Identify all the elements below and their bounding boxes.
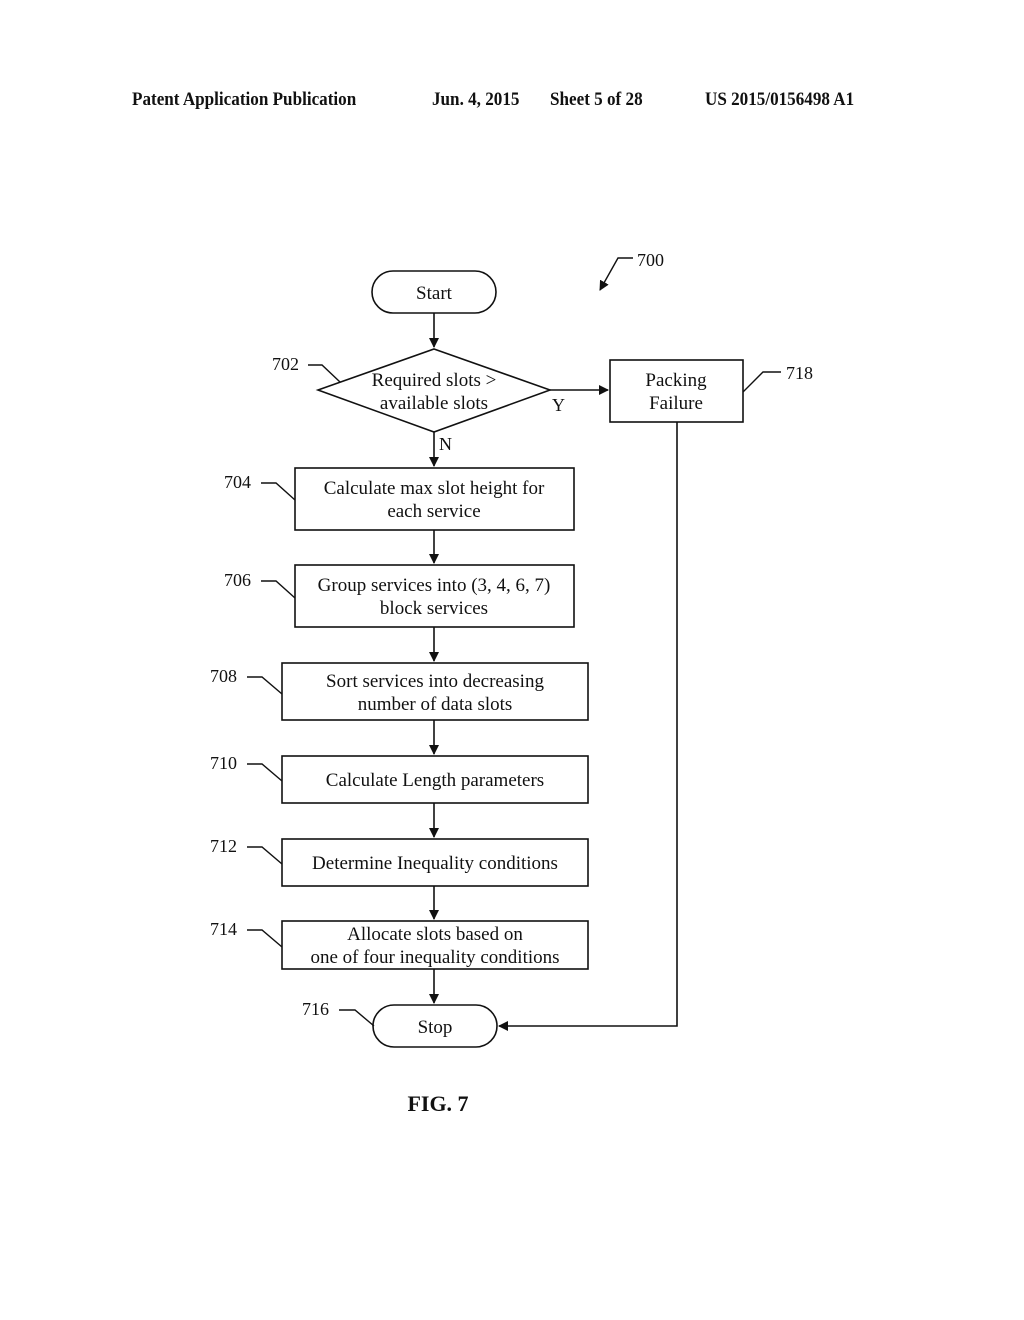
svg-text:each service: each service bbox=[387, 501, 480, 522]
flowchart: 700 Start Required slots > available slo… bbox=[210, 250, 813, 1116]
ref-label-710: 710 bbox=[210, 753, 283, 782]
svg-text:available slots: available slots bbox=[380, 393, 488, 414]
process-712: Determine Inequality conditions bbox=[281, 838, 589, 887]
ref-label-714: 714 bbox=[210, 919, 283, 948]
svg-text:Allocate slots based on: Allocate slots based on bbox=[347, 924, 523, 945]
svg-text:Packing: Packing bbox=[645, 370, 707, 391]
svg-text:one of four inequality conditi: one of four inequality conditions bbox=[310, 947, 559, 968]
svg-text:708: 708 bbox=[210, 666, 237, 686]
svg-text:Required slots >: Required slots > bbox=[372, 370, 497, 391]
ref-label-708: 708 bbox=[210, 666, 283, 695]
figure-ref-700: 700 bbox=[599, 250, 664, 291]
svg-text:Group services into (3, 4, 6,: Group services into (3, 4, 6, 7) bbox=[318, 575, 551, 596]
stop-node-716: Stop bbox=[372, 1004, 498, 1048]
svg-text:702: 702 bbox=[272, 354, 299, 374]
yes-label: Y bbox=[552, 395, 565, 415]
ref-label-718: 718 bbox=[742, 363, 813, 393]
ref-label-716: 716 bbox=[302, 999, 375, 1027]
svg-text:Calculate max slot height for: Calculate max slot height for bbox=[324, 478, 545, 499]
svg-text:Calculate Length parameters: Calculate Length parameters bbox=[326, 770, 544, 791]
process-718-packing-failure: Packing Failure bbox=[609, 359, 744, 423]
svg-text:718: 718 bbox=[786, 363, 813, 383]
decision-702: Required slots > available slots bbox=[315, 348, 553, 433]
svg-text:700: 700 bbox=[637, 250, 664, 270]
svg-text:704: 704 bbox=[224, 472, 251, 492]
svg-text:710: 710 bbox=[210, 753, 237, 773]
svg-text:706: 706 bbox=[224, 570, 251, 590]
process-714: Allocate slots based on one of four ineq… bbox=[281, 920, 589, 970]
no-label: N bbox=[439, 434, 452, 454]
ref-label-702: 702 bbox=[272, 354, 341, 383]
svg-text:Determine Inequality condition: Determine Inequality conditions bbox=[312, 853, 558, 874]
svg-text:712: 712 bbox=[210, 836, 237, 856]
ref-label-704: 704 bbox=[224, 472, 296, 501]
svg-text:Sort services into decreasing: Sort services into decreasing bbox=[326, 671, 544, 692]
svg-text:716: 716 bbox=[302, 999, 329, 1019]
process-710: Calculate Length parameters bbox=[281, 755, 589, 804]
start-node: Start bbox=[371, 270, 497, 314]
process-708: Sort services into decreasing number of … bbox=[281, 662, 589, 721]
ref-label-712: 712 bbox=[210, 836, 283, 865]
ref-label-706: 706 bbox=[224, 570, 296, 599]
svg-text:Failure: Failure bbox=[649, 393, 703, 414]
svg-text:714: 714 bbox=[210, 919, 237, 939]
svg-text:block services: block services bbox=[380, 598, 488, 619]
svg-text:number of data slots: number of data slots bbox=[358, 694, 513, 715]
svg-text:Start: Start bbox=[416, 283, 453, 304]
process-704: Calculate max slot height for each servi… bbox=[294, 467, 575, 531]
figure-caption: FIG. 7 bbox=[407, 1091, 468, 1116]
process-706: Group services into (3, 4, 6, 7) block s… bbox=[294, 564, 575, 628]
svg-text:Stop: Stop bbox=[418, 1017, 453, 1038]
